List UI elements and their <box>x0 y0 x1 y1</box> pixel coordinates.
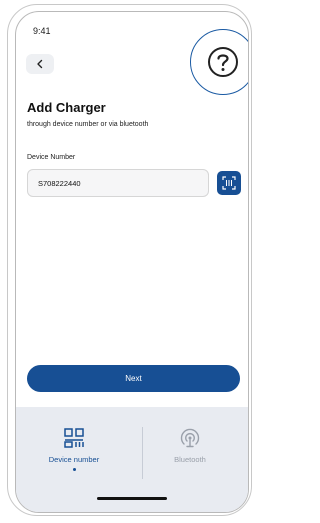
device-number-label: Device Number <box>27 154 76 161</box>
bluetooth-signal-icon <box>180 428 200 448</box>
device-number-input[interactable]: S708222440 <box>27 169 209 197</box>
question-circle-icon <box>208 47 238 77</box>
back-button[interactable] <box>26 54 54 74</box>
next-button[interactable]: Next <box>27 365 240 392</box>
scan-button[interactable] <box>217 171 241 195</box>
qr-code-icon <box>64 428 84 448</box>
home-indicator[interactable] <box>97 497 167 500</box>
tab-bluetooth-label: Bluetooth <box>174 455 206 464</box>
tab-device-number-label: Device number <box>48 455 100 464</box>
scan-qr-icon <box>222 176 236 190</box>
status-time: 9:41 <box>33 26 51 36</box>
tab-bluetooth[interactable]: Bluetooth <box>132 407 248 487</box>
app-screen: 9:41 Add Charger through device number o… <box>15 11 249 513</box>
tab-device-number[interactable]: Device number <box>16 407 132 487</box>
help-button[interactable] <box>190 29 248 95</box>
chevron-left-icon <box>37 59 43 69</box>
page-subtitle: through device number or via bluetooth <box>27 121 149 128</box>
page-title: Add Charger <box>27 100 106 115</box>
device-number-value: S708222440 <box>38 178 81 188</box>
bottom-tab-bar: Device number Bluetooth <box>16 407 248 512</box>
tab-selected-indicator <box>72 468 76 471</box>
